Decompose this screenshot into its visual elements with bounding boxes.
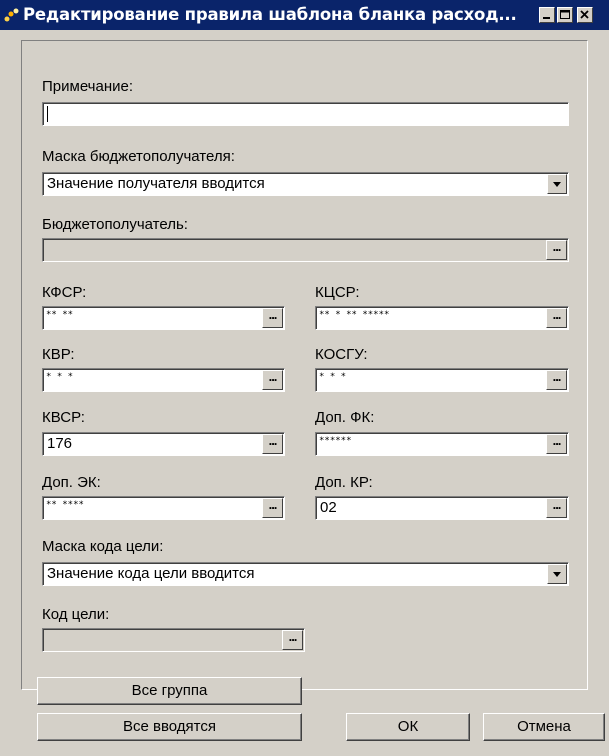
kosgu-value: * * *: [319, 372, 347, 382]
kcsr-label: КЦСР:: [315, 284, 360, 301]
dop-fk-value: ******: [319, 436, 352, 446]
close-icon: [580, 10, 589, 19]
minimize-button[interactable]: [539, 7, 555, 23]
kcsr-value: ** * ** *****: [319, 310, 390, 320]
kvr-input[interactable]: * * * ...: [42, 368, 285, 392]
kosgu-input[interactable]: * * * ...: [315, 368, 569, 392]
dop-kr-ellipsis-button[interactable]: ...: [546, 498, 567, 518]
kvsr-ellipsis-button[interactable]: ...: [262, 434, 283, 454]
goal-code-label: Код цели:: [42, 606, 110, 623]
recipient-mask-value: Значение получателя вводится: [47, 175, 265, 192]
ok-button[interactable]: ОК: [346, 713, 470, 741]
dop-fk-ellipsis-button[interactable]: ...: [546, 434, 567, 454]
chevron-down-icon: [553, 182, 561, 187]
dop-kr-value: 02: [320, 499, 337, 516]
dop-ek-ellipsis-button[interactable]: ...: [262, 498, 283, 518]
close-button[interactable]: [577, 7, 593, 23]
kfsr-label: КФСР:: [42, 284, 87, 301]
goal-code-ellipsis-button[interactable]: ...: [282, 630, 303, 650]
kfsr-input[interactable]: ** ** ...: [42, 306, 285, 330]
recipient-mask-dropdown-button[interactable]: [547, 174, 567, 194]
kcsr-ellipsis-button[interactable]: ...: [546, 308, 567, 328]
title-bar[interactable]: Редактирование правила шаблона бланка ра…: [0, 0, 609, 30]
recipient-ellipsis-button[interactable]: ...: [546, 240, 567, 260]
dop-fk-label: Доп. ФК:: [315, 409, 375, 426]
kvr-ellipsis-button[interactable]: ...: [262, 370, 283, 390]
kosgu-label: КОСГУ:: [315, 346, 368, 363]
goal-code-input: ...: [42, 628, 305, 652]
kvr-value: * * *: [46, 372, 74, 382]
kvsr-label: КВСР:: [42, 409, 85, 426]
app-icon: [4, 8, 19, 22]
text-caret: [47, 106, 48, 122]
note-label: Примечание:: [42, 78, 133, 95]
chevron-down-icon: [553, 572, 561, 577]
dop-fk-input[interactable]: ****** ...: [315, 432, 569, 456]
recipient-mask-label: Маска бюджетополучателя:: [42, 148, 235, 165]
dop-ek-input[interactable]: ** **** ...: [42, 496, 285, 520]
recipient-label: Бюджетополучатель:: [42, 216, 188, 233]
kvsr-input[interactable]: 176 ...: [42, 432, 285, 456]
goal-mask-dropdown-button[interactable]: [547, 564, 567, 584]
dop-ek-value: ** ****: [46, 500, 84, 510]
dialog-body: Примечание: Маска бюджетополучателя: Зна…: [0, 30, 609, 756]
kvsr-value: 176: [47, 435, 73, 452]
cancel-button[interactable]: Отмена: [483, 713, 605, 741]
kcsr-input[interactable]: ** * ** ***** ...: [315, 306, 569, 330]
kfsr-value: ** **: [46, 310, 74, 320]
kosgu-ellipsis-button[interactable]: ...: [546, 370, 567, 390]
goal-mask-label: Маска кода цели:: [42, 538, 164, 555]
note-input[interactable]: [42, 102, 569, 126]
form-panel: Примечание: Маска бюджетополучателя: Зна…: [21, 40, 588, 690]
maximize-icon: [560, 10, 570, 19]
recipient-input: ...: [42, 238, 569, 262]
goal-mask-select[interactable]: Значение кода цели вводится: [42, 562, 569, 586]
window-title: Редактирование правила шаблона бланка ра…: [23, 5, 517, 24]
maximize-button[interactable]: [557, 7, 573, 23]
goal-mask-value: Значение кода цели вводится: [47, 565, 255, 582]
dop-kr-label: Доп. КР:: [315, 474, 373, 491]
kvr-label: КВР:: [42, 346, 75, 363]
dop-kr-input[interactable]: 02 ...: [315, 496, 569, 520]
minimize-icon: [543, 17, 550, 19]
all-entered-button[interactable]: Все вводятся: [37, 713, 302, 741]
all-group-button[interactable]: Все группа: [37, 677, 302, 705]
recipient-mask-select[interactable]: Значение получателя вводится: [42, 172, 569, 196]
kfsr-ellipsis-button[interactable]: ...: [262, 308, 283, 328]
dop-ek-label: Доп. ЭК:: [42, 474, 101, 491]
